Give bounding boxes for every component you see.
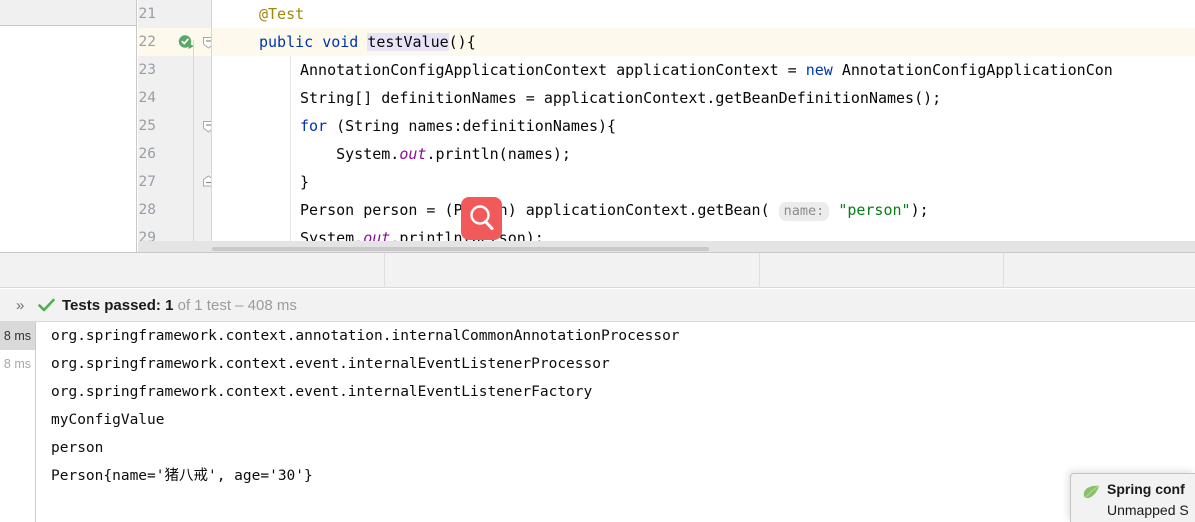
chevron-double-right-icon[interactable]: » xyxy=(16,296,24,315)
gutter-line-21[interactable]: 21 xyxy=(138,0,212,28)
notification-subtitle: Unmapped S xyxy=(1107,502,1189,518)
indent-guide xyxy=(290,56,291,241)
duration-cell[interactable]: 8 ms xyxy=(0,350,35,378)
console-line: org.springframework.context.annotation.i… xyxy=(51,328,680,344)
gutter-line-28[interactable]: 28 xyxy=(138,196,212,224)
code-line-23[interactable]: AnnotationConfigApplicationContext appli… xyxy=(300,56,1195,84)
code-line-25[interactable]: for (String names:definitionNames){ xyxy=(300,112,1195,140)
string-literal-person: "person" xyxy=(838,201,911,219)
keyword-void: void xyxy=(322,33,359,51)
project-panel-body[interactable] xyxy=(0,26,137,253)
toolbar-divider xyxy=(384,253,385,288)
gutter-line-24[interactable]: 24 xyxy=(138,84,212,112)
editor-region: 21 22 23 24 25 26 27 28 29 @Test public … xyxy=(0,0,1195,253)
code-editor-area[interactable]: @Test public void testValue(){ Annotatio… xyxy=(212,0,1195,241)
editor-gutter[interactable]: 21 22 23 24 25 26 27 28 29 xyxy=(138,0,214,246)
console-line: org.springframework.context.event.intern… xyxy=(51,384,593,400)
test-status-text: Tests passed: 1 of 1 test – 408 ms xyxy=(62,289,297,322)
code-line-28[interactable]: Person person = (Person) applicationCont… xyxy=(300,196,1195,224)
field-out: out xyxy=(363,229,391,241)
gutter-line-27[interactable]: 27 xyxy=(138,168,214,196)
console-line: Person{name='猪八戒', age='30'} xyxy=(51,468,313,484)
parameter-hint-name: name: xyxy=(778,202,830,221)
spring-notification-popup[interactable]: Spring conf Unmapped S xyxy=(1070,473,1195,522)
line-number: 28 xyxy=(138,202,156,218)
line-number: 27 xyxy=(138,174,156,190)
toolbar-divider xyxy=(759,253,760,288)
line-number: 24 xyxy=(138,90,156,106)
keyword-public: public xyxy=(259,33,314,51)
gutter-line-25[interactable]: 25 xyxy=(138,112,214,140)
code-line-26[interactable]: System.out.println(names); xyxy=(300,140,1195,168)
console-line: person xyxy=(51,440,104,456)
spring-leaf-icon xyxy=(1083,485,1100,499)
code-line-29[interactable]: System.out.println(person); xyxy=(300,224,1195,241)
check-mark-icon xyxy=(38,297,55,314)
code-line-22[interactable]: public void testValue(){ xyxy=(259,28,1195,56)
toolbar-divider xyxy=(1003,253,1004,288)
tests-passed-label: Tests passed: xyxy=(62,297,161,314)
console-line: myConfigValue xyxy=(51,412,165,428)
code-line-27[interactable]: } xyxy=(300,168,1195,196)
notification-title: Spring conf xyxy=(1107,481,1185,497)
test-status-bar: » Tests passed: 1 of 1 test – 408 ms xyxy=(0,289,1195,322)
annotation-test: @Test xyxy=(259,5,305,23)
gutter-line-22[interactable]: 22 xyxy=(138,28,214,56)
run-tool-window: » Tests passed: 1 of 1 test – 408 ms 8 m… xyxy=(0,253,1195,522)
gutter-line-23[interactable]: 23 xyxy=(138,56,212,84)
method-name: testValue xyxy=(367,33,449,51)
line-number: 22 xyxy=(138,34,156,50)
ide-window: 21 22 23 24 25 26 27 28 29 @Test public … xyxy=(0,0,1195,522)
console-line: org.springframework.context.event.intern… xyxy=(51,356,610,372)
keyword-for: for xyxy=(300,117,328,135)
field-out: out xyxy=(399,145,427,163)
line-number: 23 xyxy=(138,62,156,78)
line-number: 25 xyxy=(138,118,156,134)
line-number: 26 xyxy=(138,146,156,162)
code-line-24[interactable]: String[] definitionNames = applicationCo… xyxy=(300,84,1195,112)
tests-passed-detail: of 1 test – 408 ms xyxy=(177,297,297,314)
editor-hscrollbar-thumb[interactable] xyxy=(212,247,709,251)
keyword-new: new xyxy=(805,61,833,79)
run-toolbar[interactable] xyxy=(0,253,1195,288)
magnifier-icon[interactable] xyxy=(461,197,502,240)
console-output[interactable]: org.springframework.context.annotation.i… xyxy=(37,322,1195,522)
fold-rail xyxy=(193,40,194,241)
code-line-21[interactable]: @Test xyxy=(259,0,1195,28)
line-number: 21 xyxy=(138,6,156,22)
duration-cell-selected[interactable]: 8 ms xyxy=(0,322,35,350)
tests-passed-count: 1 xyxy=(165,297,174,314)
test-duration-column: 8 ms 8 ms xyxy=(0,322,36,522)
project-panel-header[interactable] xyxy=(0,0,137,26)
gutter-line-26[interactable]: 26 xyxy=(138,140,212,168)
